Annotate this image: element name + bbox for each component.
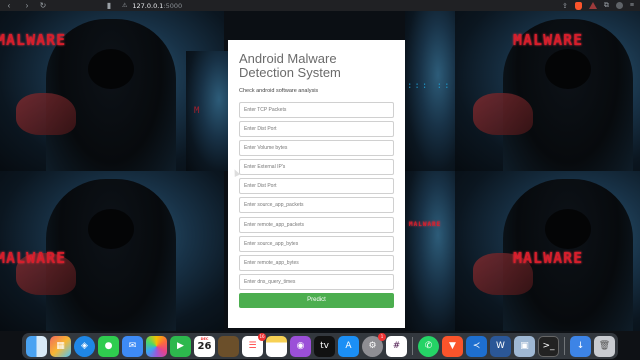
system-settings-badge: 1 [378,332,386,341]
dock-area: ▦ ◈ ● ✉ ▶ DEC 26 ☰ 16 ◉ tv A ⚙ 1 # ✆ ▼ ≺… [0,331,640,360]
malware-text: MALWARE [0,249,67,267]
word-icon[interactable]: W [490,335,511,357]
appletv-icon[interactable]: tv [314,335,335,357]
glitch-text: ::: :: [407,81,452,91]
launchpad-icon[interactable]: ▦ [50,335,71,357]
malware-text: MALWARE [0,31,67,49]
system-settings-icon[interactable]: ⚙ 1 [362,332,386,357]
brave-rewards-icon[interactable] [588,2,597,9]
reminders-badge: 16 [258,332,266,341]
dock-separator [564,337,565,355]
predict-button[interactable]: Predict [239,292,394,308]
downloads-icon[interactable]: ↓ [570,335,591,357]
reload-icon[interactable]: ↻ [38,0,48,11]
malware-text: MALWARE [513,249,584,267]
dns-query-times-input[interactable] [239,273,394,290]
slack-icon[interactable]: # [386,335,407,357]
safari-icon[interactable]: ◈ [74,335,95,357]
reminders-icon[interactable]: ☰ 16 [242,332,266,357]
volume-bytes-input[interactable] [239,140,394,157]
vscode-icon[interactable]: ≺ [466,335,487,357]
forward-icon[interactable]: › [22,0,32,11]
address-bar[interactable]: ⚠ 127.0.0.1 :5000 [122,1,332,10]
brave-shields-icon[interactable] [574,1,582,10]
bookmark-icon[interactable]: ▮ [104,0,114,11]
trash-icon[interactable]: 🗑 [594,335,615,357]
dist-port-input[interactable] [239,121,394,138]
extensions-icon[interactable]: ⧉ [604,2,609,10]
calendar-day: 26 [197,340,212,352]
brave-icon[interactable]: ▼ [442,335,463,357]
dist-port-2-input[interactable] [239,178,394,195]
tcp-packets-input[interactable] [239,102,394,118]
malware-text: MALWARE [409,221,442,228]
share-icon[interactable]: ⇪ [562,2,568,10]
form-subtitle: Check android software analysis [239,88,319,94]
dock-separator [412,337,413,355]
remote-app-packets-input[interactable] [239,216,394,233]
malware-text: MALWARE [513,31,584,49]
prediction-form: Android Malware Detection System Check a… [228,40,405,328]
preview-icon[interactable]: ▣ [514,335,535,357]
notes-icon[interactable] [218,335,239,357]
back-icon[interactable]: ‹ [4,0,14,11]
finder-icon[interactable] [26,335,47,357]
external-ips-input[interactable] [239,159,394,176]
notes-yellow-icon[interactable] [266,335,287,357]
profile-icon[interactable] [615,2,623,9]
app-store-icon[interactable]: A [338,335,359,357]
address-host: 127.0.0.1 [132,1,164,10]
source-app-packets-input[interactable] [239,197,394,214]
wallpaper-tile: MALWARE [0,171,224,331]
podcasts-icon[interactable]: ◉ [290,335,311,357]
wallpaper-tile: MALWARE [455,171,640,331]
browser-toolbar: ‹ › ↻ ▮ ⚠ 127.0.0.1 :5000 ⇪ ⧉ ≡ [0,0,640,11]
facetime-icon[interactable]: ▶ [170,335,191,357]
menu-icon[interactable]: ≡ [630,2,634,9]
glitch-text: M [194,106,202,116]
wallpaper-tile: MALWARE [455,11,640,171]
whatsapp-icon[interactable]: ✆ [418,335,439,357]
site-info-icon[interactable]: ⚠ [122,2,127,9]
page-title: Android Malware Detection System [239,51,341,80]
photos-icon[interactable] [146,335,167,357]
calendar-icon[interactable]: DEC 26 [194,335,215,357]
mail-icon[interactable]: ✉ [122,335,143,357]
dock: ▦ ◈ ● ✉ ▶ DEC 26 ☰ 16 ◉ tv A ⚙ 1 # ✆ ▼ ≺… [22,332,618,359]
messages-icon[interactable]: ● [98,335,119,357]
terminal-icon[interactable]: >_ [538,335,559,357]
address-port: :5000 [163,1,183,10]
remote-app-bytes-input[interactable] [239,254,394,271]
source-app-bytes-input[interactable] [239,235,394,252]
